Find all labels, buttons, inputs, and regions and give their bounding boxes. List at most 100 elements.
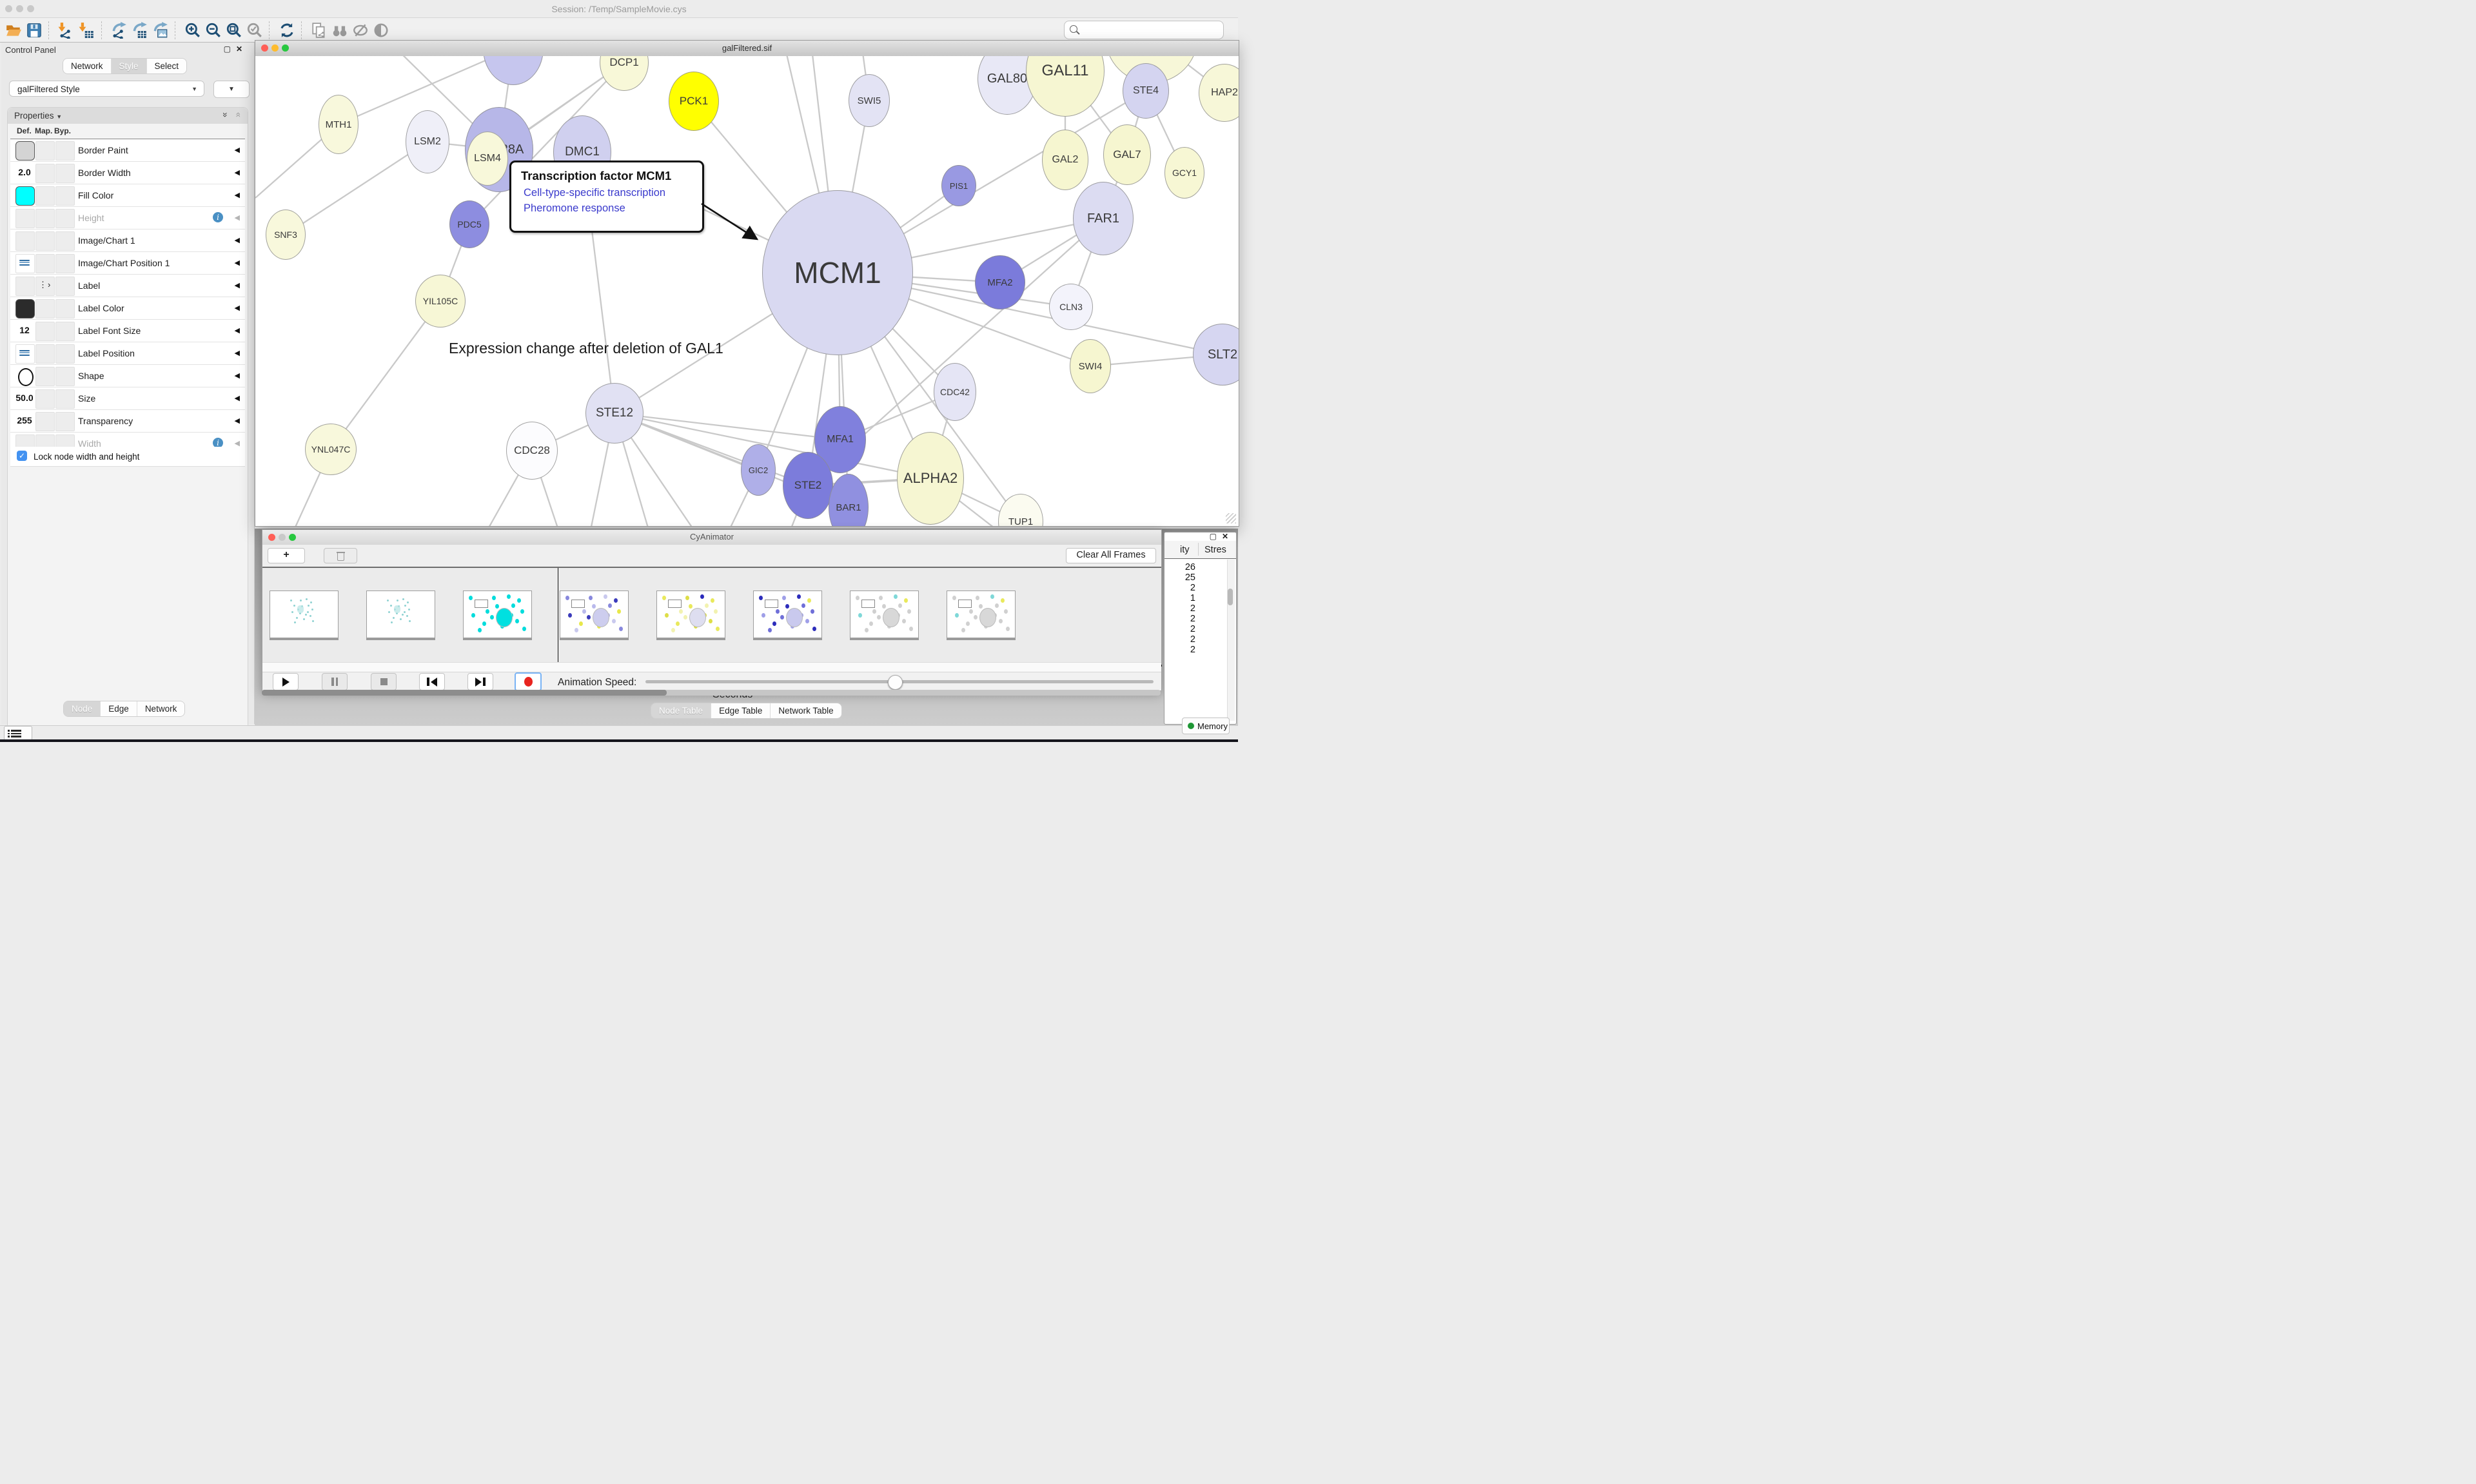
mapping-cell[interactable] xyxy=(35,254,55,273)
annotation-link[interactable]: Cell-type-specific transcription xyxy=(524,187,665,199)
default-value[interactable]: 12 xyxy=(13,325,36,335)
node-ste12[interactable]: STE12 xyxy=(585,383,644,444)
bypass-cell[interactable] xyxy=(55,141,75,161)
table-cell-ity[interactable]: 1 xyxy=(1170,593,1195,603)
zoom-fit-icon[interactable] xyxy=(226,22,242,39)
table-cell-ity[interactable]: 26 xyxy=(1170,562,1195,572)
expand-arrow-icon[interactable]: ◀ xyxy=(235,349,240,357)
stop-button[interactable] xyxy=(371,673,397,690)
export-table-icon[interactable] xyxy=(132,22,148,39)
search-input[interactable] xyxy=(1064,21,1224,39)
skip-end-button[interactable] xyxy=(467,673,493,690)
mapping-cell[interactable] xyxy=(35,389,55,409)
default-value[interactable]: 255 xyxy=(13,415,36,425)
color-swatch[interactable] xyxy=(15,299,35,318)
tab-network-table[interactable]: Network Table xyxy=(771,703,841,718)
node-mfa2[interactable]: MFA2 xyxy=(975,255,1025,309)
ellipse-shape-icon[interactable] xyxy=(18,368,34,386)
memory-button[interactable]: Memory xyxy=(1182,718,1230,734)
node-yil105c[interactable]: YIL105C xyxy=(415,275,466,327)
info-icon[interactable]: i xyxy=(213,212,223,222)
property-row-label-position[interactable]: Label Position◀ xyxy=(10,342,245,365)
color-swatch[interactable] xyxy=(15,141,35,161)
mapping-cell[interactable] xyxy=(35,344,55,364)
node-swi5[interactable]: SWI5 xyxy=(849,74,890,127)
table-cell-ity[interactable]: 2 xyxy=(1170,624,1195,634)
lock-size-checkbox[interactable]: ✓ xyxy=(17,451,27,461)
node-mcm1[interactable]: MCM1 xyxy=(762,190,913,355)
node-mth1[interactable]: MTH1 xyxy=(319,95,359,154)
import-table-icon[interactable] xyxy=(79,22,95,39)
frame-thumbnail-7[interactable] xyxy=(947,591,1016,638)
annotation-box[interactable]: Transcription factor MCM1 Cell-type-spec… xyxy=(509,161,704,233)
node-alpha2[interactable]: ALPHA2 xyxy=(897,432,964,525)
collapse-all-icon[interactable]: » xyxy=(221,112,231,117)
property-row-fill-color[interactable]: Fill Color◀ xyxy=(10,184,245,207)
record-button[interactable] xyxy=(515,672,542,691)
frame-thumbnail-4[interactable] xyxy=(656,591,725,638)
export-network-icon[interactable] xyxy=(111,22,128,39)
default-value[interactable]: 50.0 xyxy=(13,393,36,403)
node-ste4[interactable]: STE4 xyxy=(1123,63,1169,119)
column-header[interactable]: ity xyxy=(1180,545,1190,555)
mapping-cell[interactable] xyxy=(35,186,55,206)
expand-arrow-icon[interactable]: ◀ xyxy=(235,326,240,335)
add-frame-button[interactable]: + xyxy=(268,548,305,563)
table-cell-ity[interactable]: 2 xyxy=(1170,614,1195,624)
mapping-cell[interactable] xyxy=(35,322,55,341)
skip-start-button[interactable] xyxy=(419,673,445,690)
mapping-cell[interactable] xyxy=(35,209,55,228)
annotation-link[interactable]: Pheromone response xyxy=(524,202,625,215)
tab-edge[interactable]: Edge xyxy=(101,701,137,716)
mapping-cell[interactable] xyxy=(35,231,55,251)
import-network-icon[interactable] xyxy=(58,22,75,39)
table-cell-ity[interactable]: 2 xyxy=(1170,634,1195,645)
expand-arrow-icon[interactable]: ◀ xyxy=(235,191,240,199)
bypass-cell[interactable] xyxy=(55,367,75,386)
node-lsm2[interactable]: LSM2 xyxy=(406,110,449,173)
clear-all-frames-button[interactable]: Clear All Frames xyxy=(1066,548,1156,563)
bypass-cell[interactable] xyxy=(55,277,75,296)
tab-node[interactable]: Node xyxy=(64,701,101,716)
node-swi4[interactable]: SWI4 xyxy=(1070,339,1111,393)
close-panel-icon[interactable]: ✕ xyxy=(1222,532,1228,540)
frame-thumbnail-2[interactable] xyxy=(463,591,532,638)
node-pis1[interactable]: PIS1 xyxy=(941,165,976,206)
expand-arrow-icon[interactable]: ◀ xyxy=(235,281,240,289)
style-options-button[interactable]: ▼ xyxy=(213,81,250,98)
task-history-button[interactable] xyxy=(4,726,32,741)
bypass-cell[interactable] xyxy=(55,164,75,183)
table-vscrollbar-thumb[interactable] xyxy=(1228,589,1233,605)
frame-thumbnail-5[interactable] xyxy=(753,591,822,638)
bypass-cell[interactable] xyxy=(55,209,75,228)
property-row-label-font-size[interactable]: 12Label Font Size◀ xyxy=(10,320,245,342)
tab-style[interactable]: Style xyxy=(112,59,147,73)
node-gal2[interactable]: GAL2 xyxy=(1042,130,1088,190)
properties-header[interactable]: Properties ▼ » » xyxy=(8,108,248,124)
default-cell[interactable] xyxy=(15,209,35,228)
node-gal7[interactable]: GAL7 xyxy=(1103,124,1151,185)
node-lsm4[interactable]: LSM4 xyxy=(467,132,508,186)
export-image-icon[interactable] xyxy=(152,22,169,39)
style-selector[interactable]: galFiltered Style ▼ xyxy=(9,81,204,97)
node-pdc5[interactable]: PDC5 xyxy=(449,200,489,248)
default-cell[interactable] xyxy=(15,231,35,251)
frame-thumbnail-1[interactable] xyxy=(366,591,435,638)
node-snf3[interactable]: SNF3 xyxy=(266,210,306,260)
playhead[interactable] xyxy=(558,568,559,665)
tab-network[interactable]: Network xyxy=(137,701,185,716)
table-cell-ity[interactable]: 2 xyxy=(1170,603,1195,614)
refresh-icon[interactable] xyxy=(279,22,295,39)
node-cdc42[interactable]: CDC42 xyxy=(934,363,976,421)
property-row-label[interactable]: ⋮›Label◀ xyxy=(10,275,245,297)
resize-grip[interactable] xyxy=(1226,513,1236,523)
bypass-cell[interactable] xyxy=(55,322,75,341)
property-row-border-paint[interactable]: Border Paint◀ xyxy=(10,139,245,162)
mapping-cell[interactable] xyxy=(35,367,55,386)
column-header[interactable]: Stres xyxy=(1204,545,1226,555)
expand-arrow-icon[interactable]: ◀ xyxy=(235,236,240,244)
property-row-image-chart-position-1[interactable]: Image/Chart Position 1◀ xyxy=(10,252,245,275)
expand-arrow-icon[interactable]: ◀ xyxy=(235,213,240,222)
table-vscrollbar[interactable] xyxy=(1227,560,1235,721)
property-row-label-color[interactable]: Label Color◀ xyxy=(10,297,245,320)
